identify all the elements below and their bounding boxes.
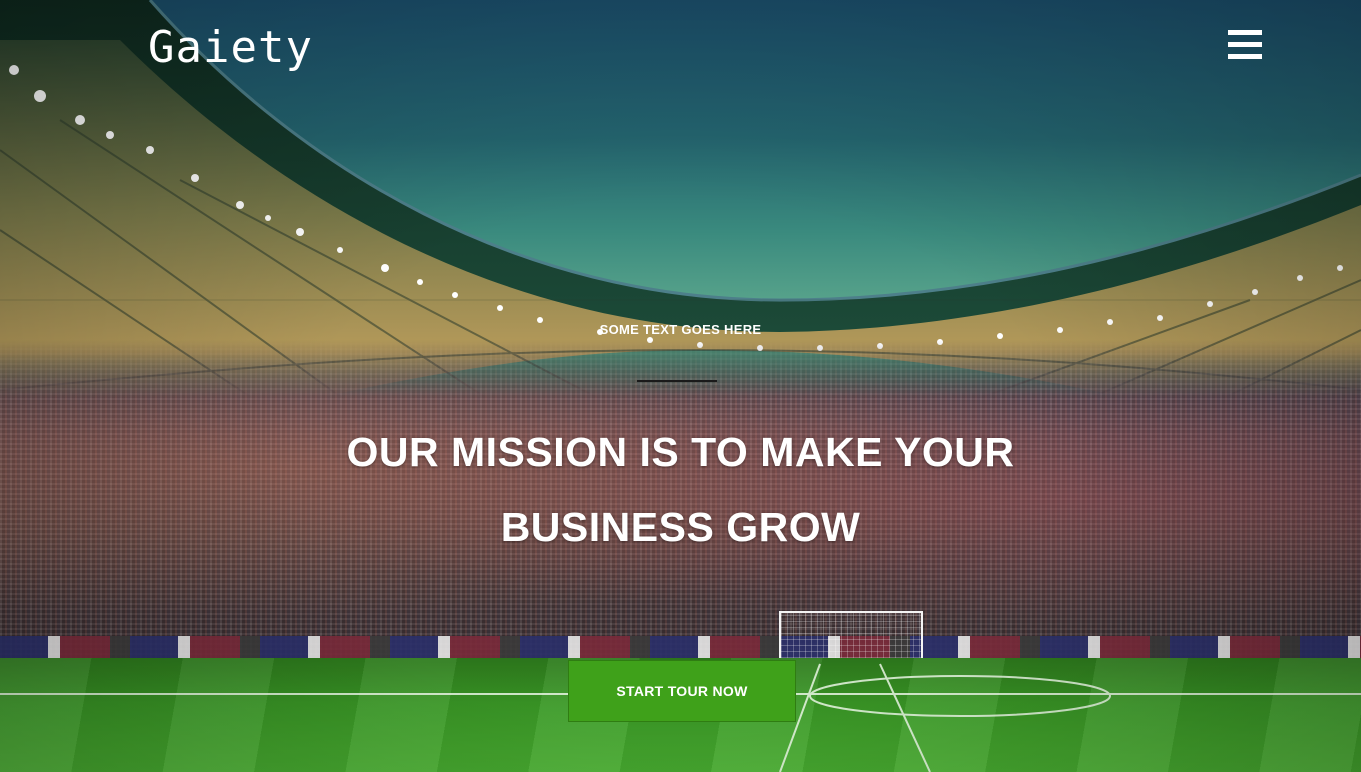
goal-net	[779, 611, 923, 658]
menu-bar	[1228, 42, 1262, 47]
menu-bar	[1228, 30, 1262, 35]
menu-bar	[1228, 54, 1262, 59]
hamburger-menu-icon[interactable]	[1228, 30, 1262, 60]
hero-eyebrow: SOME TEXT GOES HERE	[599, 322, 762, 337]
hero-divider	[637, 380, 717, 382]
start-tour-button[interactable]: START TOUR NOW	[568, 660, 796, 722]
hero-headline-line-2: BUSINESS GROW	[500, 504, 861, 550]
hero-headline-line-1: OUR MISSION IS TO MAKE YOUR	[346, 429, 1015, 475]
advertising-boards	[0, 636, 1361, 658]
site-logo[interactable]: Gaiety	[148, 22, 313, 73]
hero-headline: OUR MISSION IS TO MAKE YOUR BUSINESS GRO…	[0, 415, 1361, 565]
hero-background	[0, 0, 1361, 772]
